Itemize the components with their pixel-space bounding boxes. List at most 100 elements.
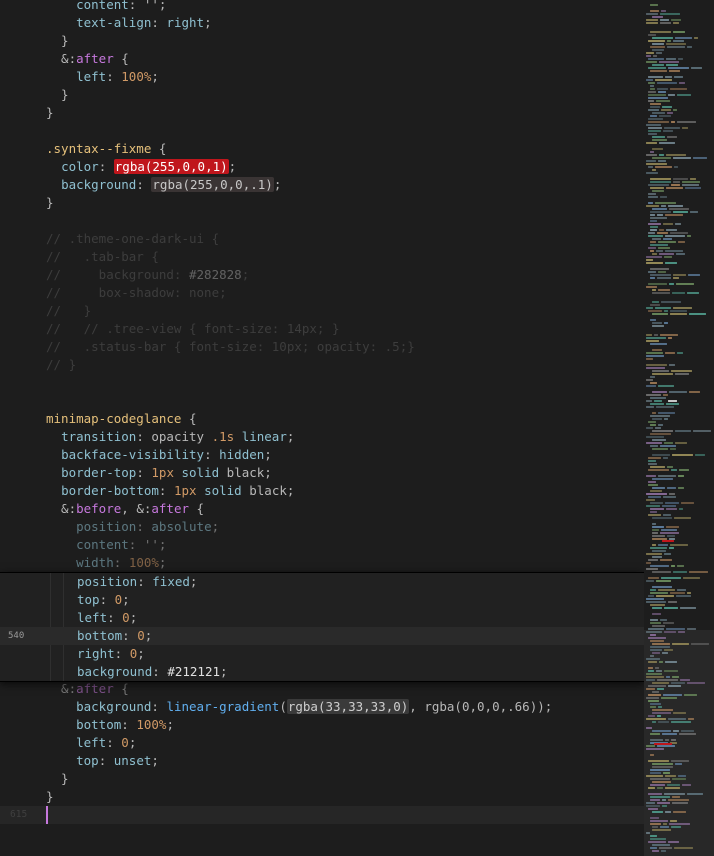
editor-line[interactable]: // .tab-bar {: [0, 248, 644, 266]
glance-line[interactable]: position: fixed;: [0, 573, 644, 591]
minimap-code-bar: [680, 607, 696, 609]
editor-line[interactable]: width: 100%;: [0, 554, 644, 572]
editor-line[interactable]: transition: opacity .1s linear;: [0, 428, 644, 446]
minimap-code-bar: [652, 487, 665, 489]
editor-line[interactable]: // // .tree-view { font-size: 14px; }: [0, 320, 644, 338]
text-cursor: [46, 806, 48, 824]
editor-line[interactable]: position: absolute;: [0, 518, 644, 536]
code-token: width: [76, 555, 114, 570]
minimap-code-bar: [657, 787, 663, 789]
editor-line[interactable]: content: '';: [0, 0, 644, 14]
editor-line[interactable]: &:after {: [0, 50, 644, 68]
code-text: backface-visibility: hidden;: [46, 446, 272, 464]
editor-line[interactable]: left: 100%;: [0, 68, 644, 86]
code-token: 100%: [136, 717, 167, 732]
minimap-code-bar: [694, 37, 698, 39]
minimap-code-bar: [652, 208, 667, 210]
glance-line[interactable]: background: #212121;: [0, 663, 644, 681]
glance-line[interactable]: 540 bottom: 0;: [0, 627, 644, 645]
editor-line[interactable]: color: rgba(255,0,0,1);: [0, 158, 644, 176]
editor-line[interactable]: &:before, &:after {: [0, 500, 644, 518]
editor-line[interactable]: // }: [0, 356, 644, 374]
editor-line[interactable]: left: 0;: [0, 734, 644, 752]
editor-line[interactable]: [0, 212, 644, 230]
code-token: unset: [113, 753, 152, 768]
editor-line[interactable]: border-top: 1px solid black;: [0, 464, 644, 482]
glance-line[interactable]: top: 0;: [0, 591, 644, 609]
minimap-code-bar: [671, 565, 675, 567]
minimap-code-bar: [652, 322, 662, 324]
editor-line[interactable]: }: [0, 32, 644, 50]
glance-line[interactable]: left: 0;: [0, 609, 644, 627]
minimap-code-bar: [659, 61, 679, 63]
minimap-code-bar: [668, 337, 672, 339]
minimap-code-bar: [650, 274, 671, 276]
editor-line[interactable]: // .status-bar { font-size: 10px; opacit…: [0, 338, 644, 356]
minimap-code-bar: [652, 811, 663, 813]
code-editor[interactable]: content: ''; text-align: right; } &:afte…: [0, 0, 644, 856]
minimap-code-bar: [657, 679, 678, 681]
minimap-code-bar: [656, 100, 670, 102]
minimap-code-bar: [673, 109, 677, 111]
code-token: :: [137, 574, 153, 589]
editor-line[interactable]: }: [0, 770, 644, 788]
editor-line[interactable]: // box-shadow: none;: [0, 284, 644, 302]
minimap-code-bar: [658, 424, 663, 426]
minimap-code-bar: [680, 679, 690, 681]
minimap-code-bar: [663, 772, 670, 774]
minimap-codeglance-popup: position: fixed; top: 0; left: 0; 540 bottom…: [0, 572, 644, 682]
minimap-code-bar: [652, 766, 673, 768]
code-token: // box-shadow: none;: [46, 285, 227, 300]
editor-line[interactable]: top: unset;: [0, 752, 644, 770]
minimap-code-bar: [672, 676, 679, 678]
minimap-code-bar: [668, 718, 686, 720]
minimap-code-bar: [663, 514, 671, 516]
minimap[interactable]: [644, 0, 714, 856]
editor-line[interactable]: backface-visibility: hidden;: [0, 446, 644, 464]
editor-line[interactable]: text-align: right;: [0, 14, 644, 32]
editor-line[interactable]: }: [0, 86, 644, 104]
minimap-code-bar: [664, 649, 673, 651]
editor-line[interactable]: minimap-codeglance {: [0, 410, 644, 428]
editor-line[interactable]: // .theme-one-dark-ui {: [0, 230, 644, 248]
minimap-code-bar: [650, 796, 670, 798]
editor-line[interactable]: &:after {: [0, 680, 644, 698]
minimap-highlight: [662, 540, 674, 542]
glance-line[interactable]: right: 0;: [0, 645, 644, 663]
editor-line[interactable]: // background: #282828;: [0, 266, 644, 284]
minimap-code-bar: [675, 442, 687, 444]
editor-line[interactable]: .syntax--fixme {: [0, 140, 644, 158]
code-token: // .tab-bar {: [46, 249, 159, 264]
minimap-code-bar: [646, 631, 662, 633]
editor-line[interactable]: background: linear-gradient(rgba(33,33,3…: [0, 698, 644, 716]
editor-line[interactable]: [0, 122, 644, 140]
editor-line[interactable]: border-bottom: 1px solid black;: [0, 482, 644, 500]
minimap-code-bar: [665, 811, 671, 813]
editor-line[interactable]: // }: [0, 302, 644, 320]
minimap-code-bar: [678, 631, 685, 633]
minimap-code-bar: [676, 283, 694, 285]
editor-line[interactable]: background: rgba(255,0,0,.1);: [0, 176, 644, 194]
editor-line[interactable]: }: [0, 194, 644, 212]
editor-line[interactable]: }: [0, 104, 644, 122]
minimap-code-bar: [652, 763, 673, 765]
minimap-code-bar: [648, 670, 654, 672]
minimap-code-bar: [661, 109, 671, 111]
minimap-code-bar: [669, 547, 674, 549]
editor-line[interactable]: 615: [0, 806, 644, 824]
code-text: // // .tree-view { font-size: 14px; }: [46, 320, 340, 338]
minimap-code-bar: [652, 37, 673, 39]
code-text: &:before, &:after {: [46, 500, 204, 518]
minimap-code-bar: [652, 556, 662, 558]
editor-line[interactable]: }: [0, 788, 644, 806]
editor-line[interactable]: content: '';: [0, 536, 644, 554]
minimap-code-bar: [673, 277, 679, 279]
editor-line[interactable]: [0, 392, 644, 410]
code-token: :: [136, 465, 152, 480]
editor-line[interactable]: bottom: 100%;: [0, 716, 644, 734]
code-token: :: [122, 628, 138, 643]
editor-line[interactable]: [0, 374, 644, 392]
minimap-code-bar: [673, 274, 686, 276]
code-token: ;: [211, 519, 220, 534]
